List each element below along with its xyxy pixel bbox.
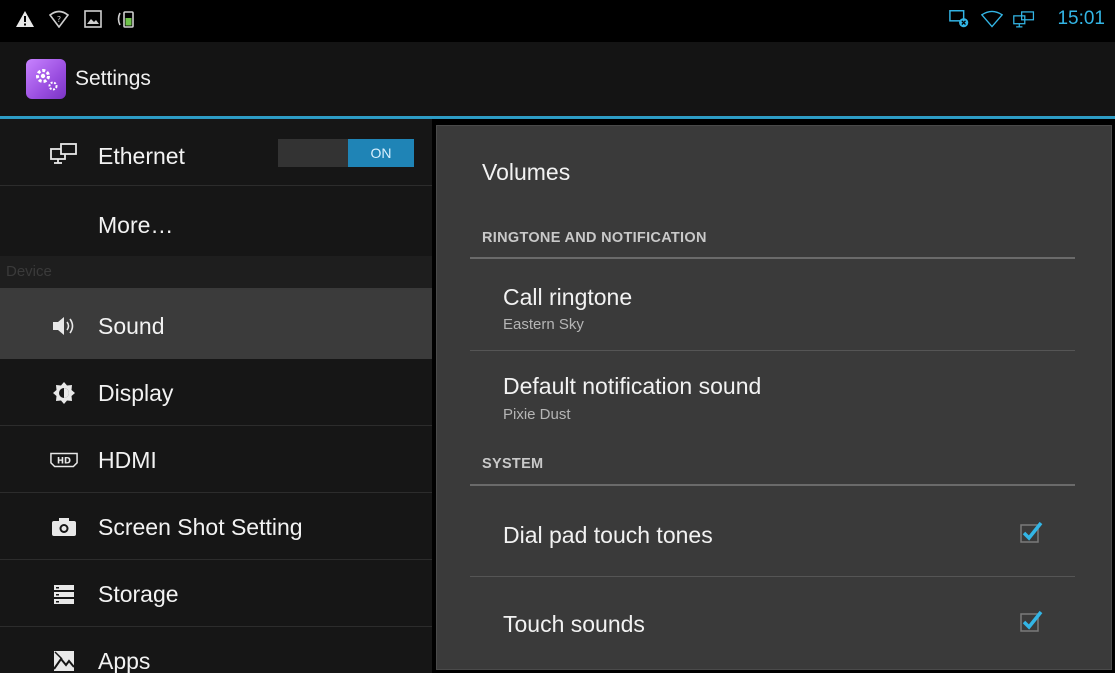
section-header-ringtone: RINGTONE AND NOTIFICATION bbox=[482, 230, 707, 246]
touch-sounds-checkbox[interactable] bbox=[1018, 609, 1044, 633]
list-item-storage[interactable]: Storage bbox=[0, 560, 432, 627]
storage-icon bbox=[50, 582, 78, 606]
list-item-label: Ethernet bbox=[98, 143, 185, 169]
list-item-ethernet[interactable]: Ethernet ON bbox=[0, 119, 432, 186]
list-item-sound[interactable]: Sound bbox=[0, 290, 432, 359]
list-item-screen-shot-setting[interactable]: Screen Shot Setting bbox=[0, 493, 432, 560]
list-item-display[interactable]: Display bbox=[0, 359, 432, 426]
pref-title: Call ringtone bbox=[503, 284, 633, 310]
pref-title: Dial pad touch tones bbox=[503, 522, 713, 548]
page-title: Settings bbox=[75, 67, 151, 90]
pref-title: Touch sounds bbox=[503, 611, 645, 637]
dial-pad-checkbox[interactable] bbox=[1018, 520, 1044, 544]
settings-gear-icon[interactable] bbox=[26, 59, 66, 99]
brightness-icon bbox=[50, 381, 78, 405]
ethernet-toggle[interactable]: ON bbox=[278, 139, 414, 167]
action-bar: Settings bbox=[0, 42, 1115, 118]
apps-icon bbox=[50, 649, 78, 673]
list-item-label: Sound bbox=[98, 313, 165, 339]
list-item-label: Screen Shot Setting bbox=[98, 514, 303, 540]
list-item-more[interactable]: More… bbox=[0, 186, 432, 256]
toggle-on-label: ON bbox=[348, 139, 414, 167]
ethernet-icon bbox=[50, 141, 78, 165]
category-header: Device bbox=[0, 256, 432, 290]
status-bar: ? 15:01 bbox=[0, 0, 1115, 42]
screen-cast-icon bbox=[949, 8, 971, 30]
clock: 15:01 bbox=[1057, 8, 1105, 29]
list-item-label: More… bbox=[98, 212, 174, 238]
svg-text:HD: HD bbox=[57, 455, 71, 465]
volumes-item[interactable]: Volumes bbox=[482, 159, 570, 186]
wifi-question-icon: ? bbox=[48, 8, 70, 30]
section-divider bbox=[470, 484, 1075, 486]
warning-icon bbox=[14, 8, 36, 30]
list-item-hdmi[interactable]: HD HDMI bbox=[0, 426, 432, 493]
pref-summary: Pixie Dust bbox=[503, 406, 571, 423]
camera-icon bbox=[50, 515, 78, 539]
pref-summary: Eastern Sky bbox=[503, 316, 584, 333]
list-item-label: Apps bbox=[98, 648, 151, 673]
image-icon bbox=[82, 8, 104, 30]
section-header-system: SYSTEM bbox=[482, 456, 544, 472]
row-divider bbox=[470, 350, 1075, 351]
category-label: Device bbox=[6, 263, 52, 280]
speaker-icon bbox=[50, 314, 78, 338]
notification-icons: ? bbox=[14, 8, 138, 30]
settings-list[interactable]: Ethernet ON More… Device Sound Display H… bbox=[0, 119, 432, 673]
list-item-label: Storage bbox=[98, 581, 179, 607]
list-item-apps[interactable]: Apps bbox=[0, 627, 432, 673]
charging-icon bbox=[116, 8, 138, 30]
row-divider bbox=[470, 576, 1075, 577]
ethernet-icon bbox=[1013, 8, 1035, 30]
list-item-label: Display bbox=[98, 380, 174, 406]
list-item-label: HDMI bbox=[98, 447, 157, 473]
pref-title: Default notification sound bbox=[503, 373, 762, 399]
hdmi-icon: HD bbox=[50, 448, 78, 472]
section-divider bbox=[470, 257, 1075, 259]
wifi-icon bbox=[981, 8, 1004, 30]
svg-text:?: ? bbox=[57, 15, 61, 24]
system-icons: 15:01 bbox=[949, 8, 1105, 30]
